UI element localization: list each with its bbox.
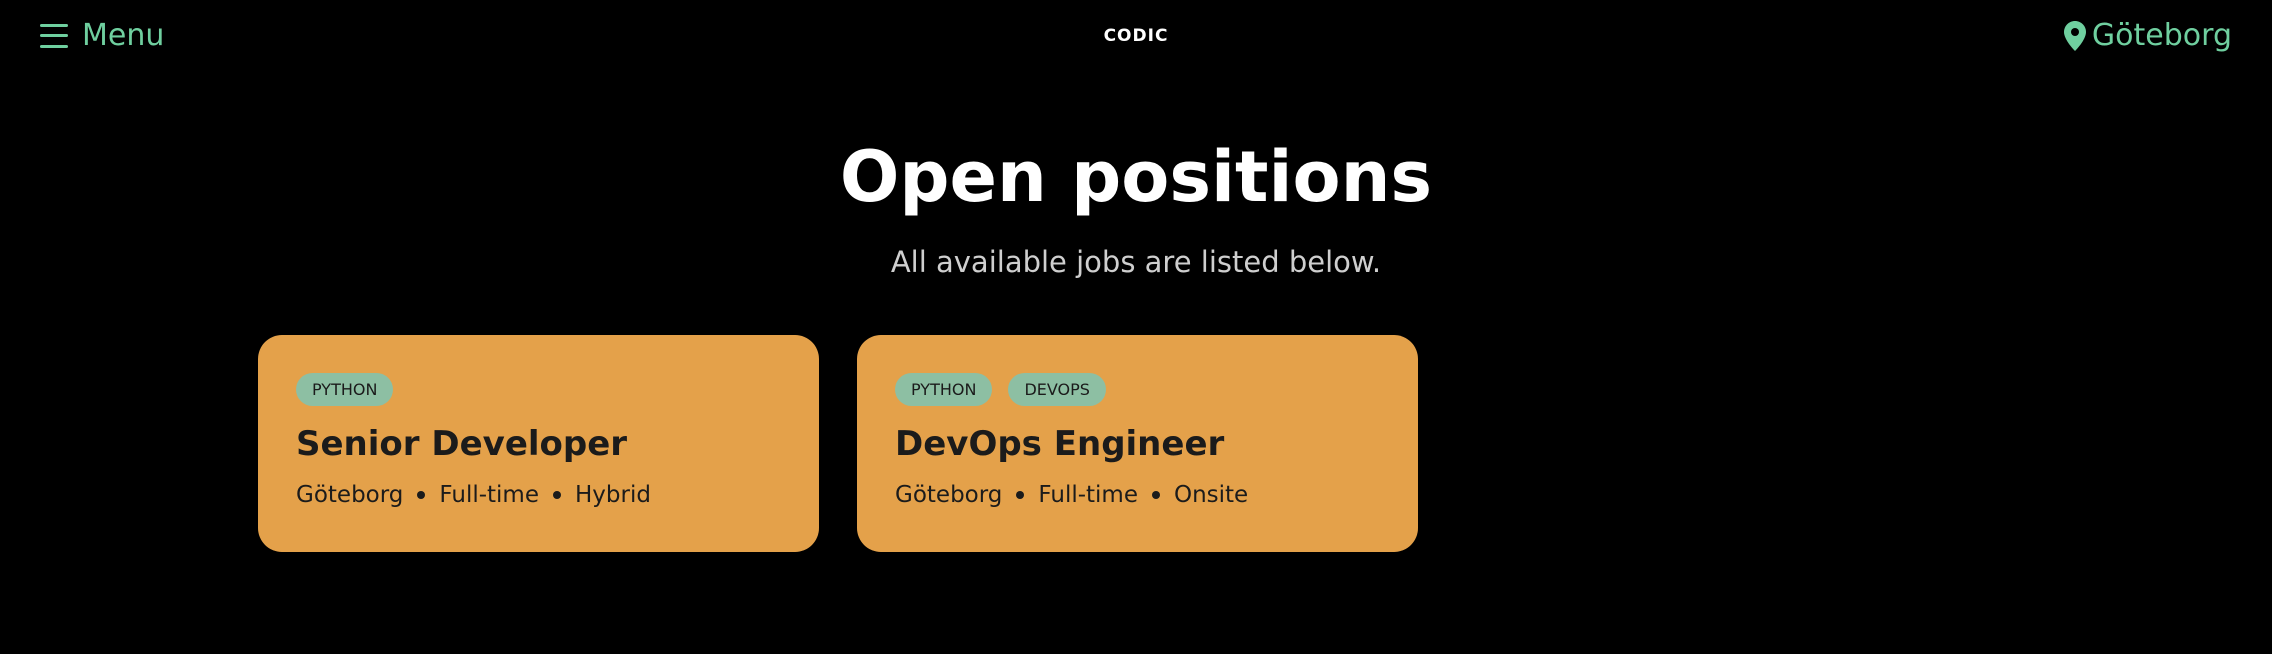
job-meta: Göteborg Full-time Hybrid [296,482,781,508]
separator-dot [1016,491,1025,499]
job-meta: Göteborg Full-time Onsite [895,482,1380,508]
job-card-devops-engineer[interactable]: PYTHON DEVOPS DevOps Engineer Göteborg F… [857,335,1418,552]
map-pin-icon [2063,20,2086,51]
job-mode: Onsite [1173,482,1249,508]
job-type: Full-time [439,482,539,508]
tag-badge: DEVOPS [1008,373,1106,406]
job-list: PYTHON Senior Developer Göteborg Full-ti… [258,335,1418,552]
location-label: Göteborg [2091,18,2232,53]
location-selector[interactable]: Göteborg [2063,18,2232,53]
job-card-senior-developer[interactable]: PYTHON Senior Developer Göteborg Full-ti… [258,335,819,552]
job-type: Full-time [1038,482,1138,508]
tag-badge: PYTHON [895,373,993,406]
page-title: Open positions [839,136,1433,218]
tag-badge: PYTHON [296,373,394,406]
job-title: Senior Developer [296,424,628,464]
job-mode: Hybrid [574,482,651,508]
job-location: Göteborg [296,482,404,508]
page-subtitle: All available jobs are listed below. [890,245,1382,279]
job-title: DevOps Engineer [895,424,1225,464]
tag-list: PYTHON [296,373,781,406]
logo[interactable]: CODIC [0,26,2272,46]
tag-list: PYTHON DEVOPS [895,373,1380,406]
job-location: Göteborg [895,482,1003,508]
top-bar: Menu CODIC Göteborg [0,0,2272,76]
separator-dot [1151,491,1160,499]
separator-dot [552,491,561,499]
separator-dot [417,491,426,499]
